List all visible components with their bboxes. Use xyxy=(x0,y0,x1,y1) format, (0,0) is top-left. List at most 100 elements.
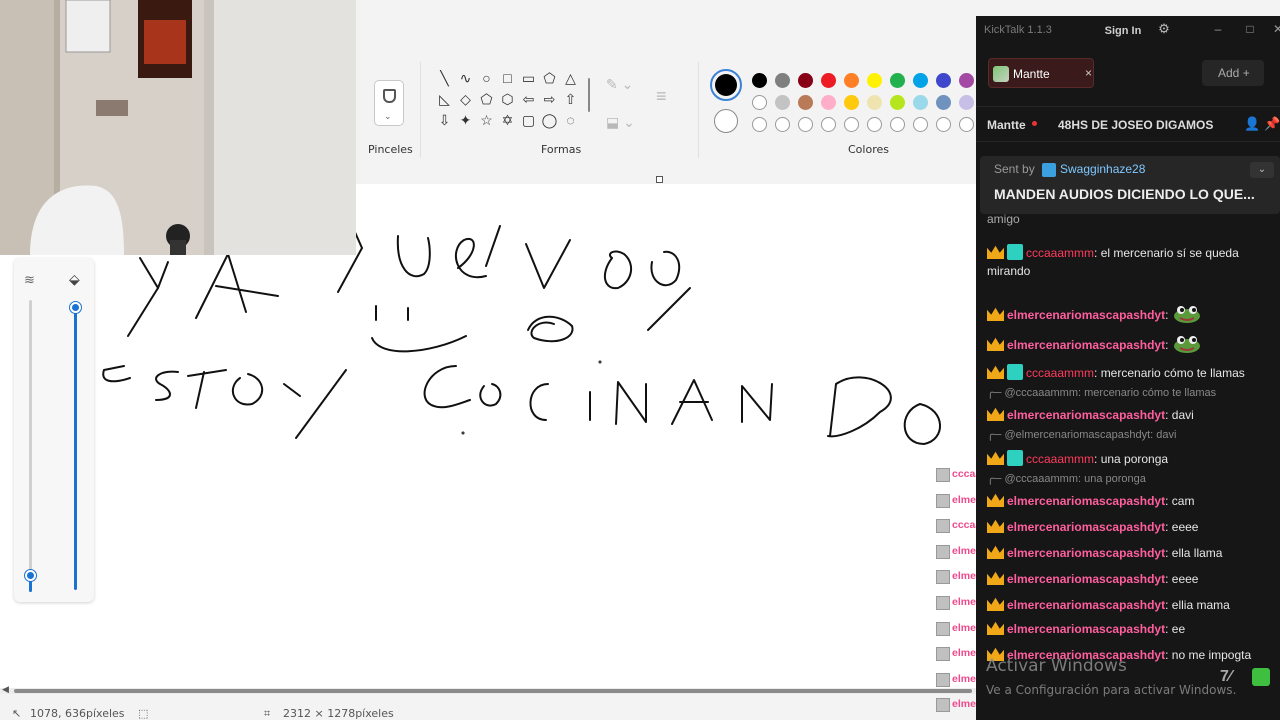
horizontal-scrollbar[interactable]: ◀ xyxy=(0,684,976,694)
chat-username[interactable]: elmercenariomascapashdyt xyxy=(1007,546,1165,560)
custom-color-swatch[interactable] xyxy=(959,117,974,132)
chat-message[interactable]: elmercenariomascapashdyt: ella llama xyxy=(987,544,1277,562)
brush-button[interactable]: ⌄ xyxy=(374,80,404,126)
color-swatch[interactable] xyxy=(867,95,882,110)
chat-message[interactable]: elmercenariomascapashdyt: ee xyxy=(987,620,1277,638)
color-swatch[interactable] xyxy=(775,73,790,88)
outline-icon[interactable]: ✎ ⌄ xyxy=(606,76,633,93)
color-swatch[interactable] xyxy=(798,73,813,88)
shape-icon[interactable]: ◺ xyxy=(434,89,455,110)
color-swatch[interactable] xyxy=(844,73,859,88)
color2-selector[interactable] xyxy=(714,109,738,133)
shape-icon[interactable]: ⇨ xyxy=(539,89,560,110)
custom-color-swatch[interactable] xyxy=(890,117,905,132)
shape-icon[interactable]: ✡ xyxy=(497,110,518,131)
shape-icon[interactable]: ⇦ xyxy=(518,89,539,110)
chat-username[interactable]: elmercenariomascapashdyt xyxy=(1007,622,1165,636)
chat-username[interactable]: cccaaammm xyxy=(1026,366,1094,380)
close-icon[interactable]: ✕ xyxy=(1268,22,1280,40)
chat-message[interactable]: elmercenariomascapashdyt: cam xyxy=(987,492,1277,510)
color-swatch[interactable] xyxy=(752,73,767,88)
color-swatch[interactable] xyxy=(936,95,951,110)
color-swatch[interactable] xyxy=(821,73,836,88)
scrollbar-thumb[interactable] xyxy=(14,689,972,693)
chat-username[interactable]: elmercenariomascapashdyt xyxy=(1007,520,1165,534)
custom-color-swatch[interactable] xyxy=(821,117,836,132)
color-swatch[interactable] xyxy=(775,95,790,110)
shape-icon[interactable]: ◌ xyxy=(560,110,581,131)
chat-username[interactable]: elmercenariomascapashdyt xyxy=(1007,598,1165,612)
color1-selector[interactable] xyxy=(710,69,742,101)
shape-icon[interactable]: ◇ xyxy=(455,89,476,110)
chat-username[interactable]: elmercenariomascapashdyt xyxy=(1007,494,1165,508)
chat-username[interactable]: elmercenariomascapashdyt xyxy=(1007,338,1165,352)
shape-icon[interactable]: ⇧ xyxy=(560,89,581,110)
channel-name[interactable]: Mantte xyxy=(987,118,1026,132)
pinned-sender[interactable]: Swagginhaze28 xyxy=(1060,162,1145,176)
color-swatch[interactable] xyxy=(913,95,928,110)
shapes-scrollbar[interactable] xyxy=(588,78,590,112)
shape-icon[interactable]: ○ xyxy=(476,68,497,89)
custom-color-swatch[interactable] xyxy=(798,117,813,132)
color-swatch[interactable] xyxy=(844,95,859,110)
custom-color-swatch[interactable] xyxy=(913,117,928,132)
custom-color-swatch[interactable] xyxy=(867,117,882,132)
reply-reference[interactable]: ╭─ @cccaaammm: mercenario cómo te llamas xyxy=(987,386,1216,399)
color-swatch[interactable] xyxy=(936,73,951,88)
color-swatch[interactable] xyxy=(890,95,905,110)
shape-icon[interactable]: □ xyxy=(497,68,518,89)
maximize-icon[interactable]: □ xyxy=(1240,22,1260,40)
chat-username[interactable]: cccaaammm xyxy=(1026,246,1094,260)
custom-color-swatch[interactable] xyxy=(752,117,767,132)
pinned-message[interactable]: Sent by Swagginhaze28 ⌄ MANDEN AUDIOS DI… xyxy=(980,156,1280,214)
shape-icon[interactable]: ▢ xyxy=(518,110,539,131)
custom-color-swatch[interactable] xyxy=(844,117,859,132)
add-chat-button[interactable]: Add + xyxy=(1202,60,1264,86)
pin-icon[interactable]: 📌 xyxy=(1264,116,1280,132)
gear-icon[interactable]: ⚙ xyxy=(1156,21,1172,39)
chat-message[interactable]: elmercenariomascapashdyt: eeee xyxy=(987,518,1277,536)
color-swatch[interactable] xyxy=(867,73,882,88)
shape-icon[interactable]: ⇩ xyxy=(434,110,455,131)
chat-message[interactable]: elmercenariomascapashdyt: ellia mama xyxy=(987,596,1277,614)
fill-icon[interactable]: ⬓ ⌄ xyxy=(606,114,635,131)
chat-message[interactable]: elmercenariomascapashdyt: xyxy=(987,334,1277,354)
tab-mantte[interactable]: Mantte × xyxy=(988,58,1094,88)
chevron-down-icon[interactable]: ⌄ xyxy=(1250,162,1274,178)
color-swatch[interactable] xyxy=(752,95,767,110)
chat-username[interactable]: cccaaammm xyxy=(1026,452,1094,466)
minimize-icon[interactable]: – xyxy=(1208,22,1228,40)
color-swatch[interactable] xyxy=(821,95,836,110)
color-swatch[interactable] xyxy=(890,73,905,88)
color-swatch[interactable] xyxy=(959,73,974,88)
chat-message[interactable]: elmercenariomascapashdyt: davi xyxy=(987,406,1277,424)
user-icon[interactable]: 👤 xyxy=(1244,116,1260,132)
shape-icon[interactable]: ⬡ xyxy=(497,89,518,110)
chat-message[interactable]: elmercenariomascapashdyt: xyxy=(987,304,1277,324)
shape-icon[interactable]: ⬠ xyxy=(539,68,560,89)
color-swatch[interactable] xyxy=(913,73,928,88)
color-swatch[interactable] xyxy=(798,95,813,110)
opacity-slider-track[interactable] xyxy=(29,300,32,592)
scroll-left-icon[interactable]: ◀ xyxy=(2,684,9,695)
shape-icon[interactable]: ╲ xyxy=(434,68,455,89)
shape-icon[interactable]: △ xyxy=(560,68,581,89)
shape-icon[interactable]: ∿ xyxy=(455,68,476,89)
shape-icon[interactable]: ☆ xyxy=(476,110,497,131)
chat-message[interactable]: cccaaammm: mercenario cómo te llamas xyxy=(987,364,1277,382)
size-icon[interactable]: ≡ xyxy=(656,86,667,107)
shape-icon[interactable]: ⬠ xyxy=(476,89,497,110)
tab-close-icon[interactable]: × xyxy=(1085,66,1092,80)
canvas-resize-handle[interactable] xyxy=(656,176,663,183)
shape-icon[interactable]: ▭ xyxy=(518,68,539,89)
color-swatch[interactable] xyxy=(959,95,974,110)
chat-message[interactable]: cccaaammm: una poronga xyxy=(987,450,1277,468)
shape-icon[interactable]: ✦ xyxy=(455,110,476,131)
reply-reference[interactable]: ╭─ @cccaaammm: una poronga xyxy=(987,472,1146,485)
chat-username[interactable]: elmercenariomascapashdyt xyxy=(1007,572,1165,586)
chat-username[interactable]: elmercenariomascapashdyt xyxy=(1007,408,1165,422)
chat-username[interactable]: elmercenariomascapashdyt xyxy=(1007,308,1165,322)
chat-message[interactable]: elmercenariomascapashdyt: eeee xyxy=(987,570,1277,588)
reply-reference[interactable]: ╭─ @elmercenariomascapashdyt: davi xyxy=(987,428,1176,441)
sign-in-button[interactable]: Sign In xyxy=(1096,22,1150,40)
